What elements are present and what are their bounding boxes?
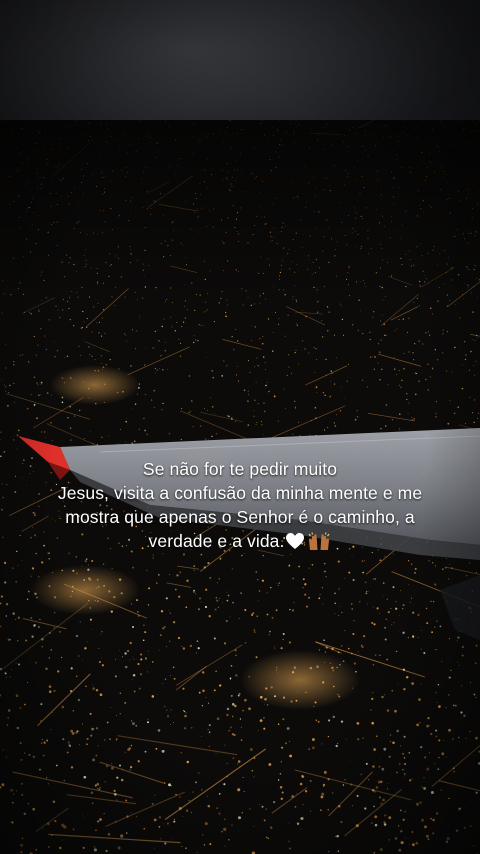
caption-line: Se não for te pedir muito bbox=[142, 459, 338, 479]
video-frame: Se não for te pedir muito Jesus, visita … bbox=[0, 0, 480, 854]
white-heart-icon bbox=[286, 533, 305, 549]
caption-line-last: verdade e a vida. bbox=[0, 529, 480, 553]
caption-line: Jesus, visita a confusão da minha mente … bbox=[57, 483, 423, 503]
caption-line-text: verdade e a vida. bbox=[148, 531, 285, 551]
raised-hands-icon bbox=[309, 532, 330, 550]
caption-text: Se não for te pedir muito Jesus, visita … bbox=[0, 457, 480, 553]
airplane-wing-icon bbox=[18, 428, 480, 640]
caption-line: mostra que apenas o Senhor é o caminho, … bbox=[65, 507, 415, 527]
